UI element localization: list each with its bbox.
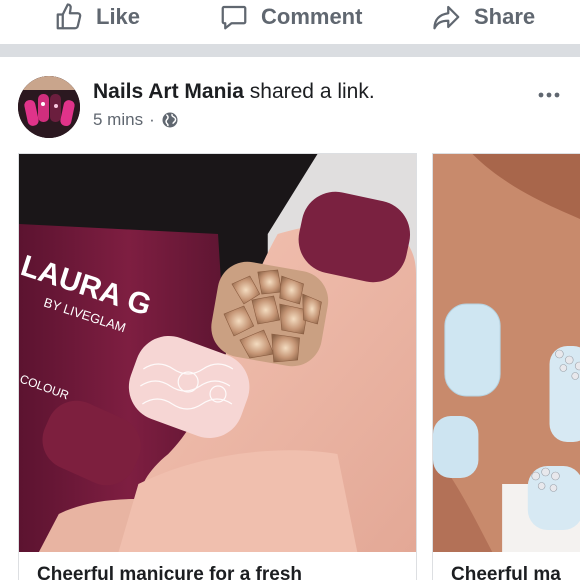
thumbs-up-icon [56, 3, 82, 30]
feed-separator [0, 44, 580, 57]
share-button[interactable]: Share [432, 0, 535, 34]
like-button[interactable]: Like [54, 0, 140, 34]
post-meta: 5 mins · [93, 110, 179, 130]
page-avatar[interactable] [18, 76, 80, 138]
link-card[interactable]: LAURA G BY LIVEGLAM COLOUR Cheerful mani… [18, 153, 417, 580]
nail-art-image-2 [433, 154, 580, 552]
comment-label: Comment [261, 4, 363, 29]
comment-icon [221, 5, 247, 30]
post-action-bar: Like Comment Share [0, 0, 580, 44]
link-card-title-2[interactable]: Cheerful ma [451, 564, 561, 580]
nail-art-image: LAURA G BY LIVEGLAM COLOUR [19, 154, 416, 552]
like-label: Like [96, 4, 141, 29]
link-card-title[interactable]: Cheerful manicure for a fresh [37, 564, 302, 580]
meta-separator: · [149, 110, 155, 129]
share-label: Share [474, 4, 536, 29]
globe-icon[interactable] [161, 111, 179, 129]
post-action-text: shared a link. [243, 80, 375, 103]
post-author-line: Nails Art Mania shared a link. [93, 80, 375, 104]
link-card-2[interactable]: Cheerful ma [432, 153, 580, 580]
more-options-icon[interactable] [536, 82, 562, 108]
author-name-link[interactable]: Nails Art Mania [93, 80, 244, 103]
comment-button[interactable]: Comment [219, 0, 362, 34]
share-arrow-icon [433, 5, 460, 30]
post-timestamp[interactable]: 5 mins [93, 110, 143, 130]
